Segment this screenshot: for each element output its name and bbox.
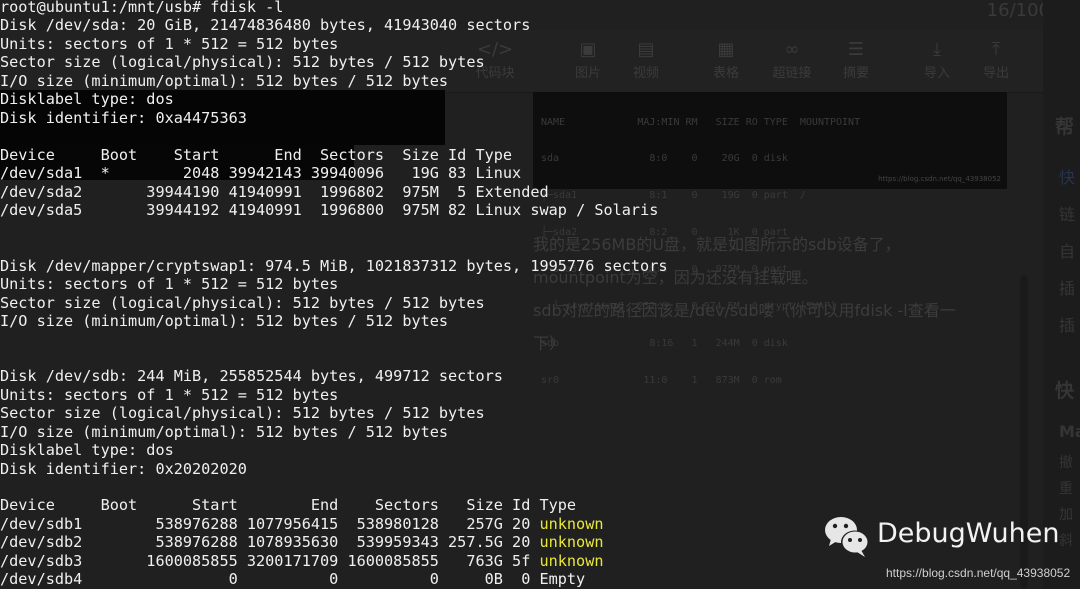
disk-units: Units: sectors of 1 * 512 = 512 bytes xyxy=(0,34,339,53)
disk-header: Disk /dev/sda: 20 GiB, 21474836480 bytes… xyxy=(0,16,531,34)
disk-io-size: I/O size (minimum/optimal): 512 bytes / … xyxy=(0,312,449,330)
disk-units: Units: sectors of 1 * 512 = 512 bytes xyxy=(0,385,339,404)
partition-row: /dev/sda5 39944192 41940991 1996800 975M… xyxy=(0,201,658,219)
partition-type: Linux swap / Solaris xyxy=(475,201,659,219)
partition-fields: /dev/sda2 39944190 41940991 1996802 975M… xyxy=(0,182,476,201)
disk-identifier: Disk identifier: 0xa4475363 xyxy=(0,108,247,127)
command-prompt: root@ubuntu1:/mnt/usb# fdisk -l xyxy=(0,0,284,16)
disk-sector-size: Sector size (logical/physical): 512 byte… xyxy=(0,53,485,71)
disk-header: Disk /dev/sdb: 244 MiB, 255852544 bytes,… xyxy=(0,367,503,385)
partition-row: /dev/sda2 39944190 41940991 1996802 975M… xyxy=(0,183,549,201)
partition-type-unknown: unknown xyxy=(539,533,604,551)
disk-sector-size: Sector size (logical/physical): 512 byte… xyxy=(0,293,485,312)
disk-label-type: Disklabel type: dos xyxy=(0,441,174,459)
partition-fields: /dev/sdb4 0 0 0 0B 0 xyxy=(0,570,540,588)
partition-type: Extended xyxy=(475,182,549,201)
partition-type: Empty xyxy=(539,570,586,588)
partition-type: Linux xyxy=(475,164,522,182)
partition-row: /dev/sdb4 0 0 0 0B 0 Empty xyxy=(0,570,585,588)
partition-row: /dev/sda1 * 2048 39942143 39940096 19G 8… xyxy=(0,164,521,182)
partition-row: /dev/sdb2 538976288 1078935630 539959343… xyxy=(0,533,604,551)
disk-sector-size: Sector size (logical/physical): 512 byte… xyxy=(0,404,485,422)
watermark-url: https://blog.csdn.net/qq_43938052 xyxy=(886,566,1071,580)
partition-table-header: Device Boot Start End Sectors Size Id Ty… xyxy=(0,496,577,514)
partition-table-header: Device Boot Start End Sectors Size Id Ty… xyxy=(0,145,513,164)
partition-fields: /dev/sdb1 538976288 1077956415 538980128… xyxy=(0,514,540,533)
partition-fields: /dev/sdb3 1600085855 3200171709 16000858… xyxy=(0,551,540,570)
partition-row: /dev/sdb1 538976288 1077956415 538980128… xyxy=(0,515,604,533)
partition-fields: /dev/sdb2 538976288 1078935630 539959343… xyxy=(0,533,540,551)
disk-label-type: Disklabel type: dos xyxy=(0,90,174,108)
partition-type-unknown: unknown xyxy=(539,551,604,570)
terminal-output[interactable]: root@ubuntu1:/mnt/usb# fdisk -l Disk /de… xyxy=(0,0,1080,589)
wechat-logo-icon xyxy=(825,517,869,557)
disk-header: Disk /dev/mapper/cryptswap1: 974.5 MiB, … xyxy=(0,256,668,275)
disk-io-size: I/O size (minimum/optimal): 512 bytes / … xyxy=(0,71,449,90)
disk-units: Units: sectors of 1 * 512 = 512 bytes xyxy=(0,275,339,293)
partition-fields: /dev/sda1 * 2048 39942143 39940096 19G 8… xyxy=(0,164,476,182)
partition-fields: /dev/sda5 39944192 41940991 1996800 975M… xyxy=(0,201,476,219)
disk-identifier: Disk identifier: 0x20202020 xyxy=(0,459,247,478)
partition-row: /dev/sdb3 1600085855 3200171709 16000858… xyxy=(0,552,604,570)
disk-io-size: I/O size (minimum/optimal): 512 bytes / … xyxy=(0,422,449,441)
partition-type-unknown: unknown xyxy=(539,514,604,533)
watermark-name: DebugWuhen xyxy=(877,518,1060,549)
